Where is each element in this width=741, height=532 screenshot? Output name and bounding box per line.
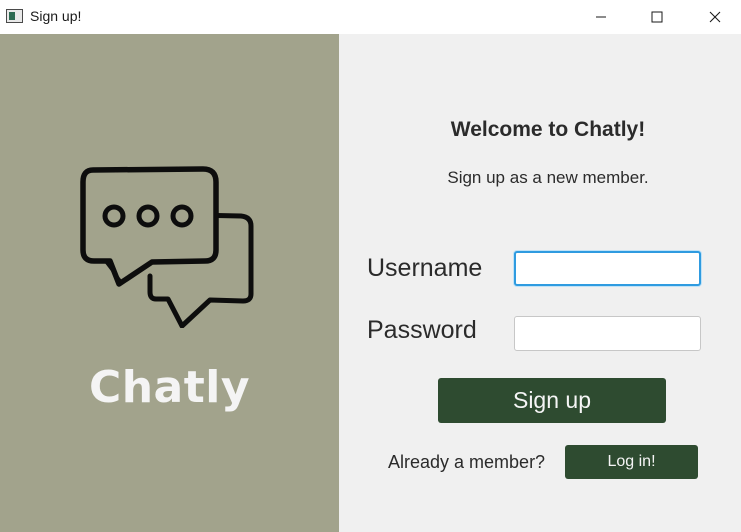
title-bar: Sign up! [0, 0, 741, 34]
username-input[interactable] [514, 251, 701, 286]
signup-subheading: Sign up as a new member. [447, 168, 649, 187]
maximize-button[interactable] [628, 0, 686, 34]
password-input[interactable] [514, 316, 701, 351]
signup-button[interactable]: Sign up [438, 378, 666, 423]
minimize-button[interactable] [572, 0, 630, 34]
chat-bubbles-icon [80, 166, 254, 328]
maximize-icon [651, 11, 663, 23]
welcome-heading: Welcome to Chatly! [450, 118, 646, 141]
close-button[interactable] [686, 0, 741, 34]
login-button[interactable]: Log in! [565, 445, 698, 479]
minimize-icon [596, 16, 606, 18]
password-label: Password [367, 316, 477, 344]
username-label: Username [367, 254, 483, 282]
branding-panel: Chatly [0, 34, 339, 532]
already-member-text: Already a member? [388, 452, 546, 472]
app-name-logo: Chatly [88, 362, 251, 413]
window-title: Sign up! [30, 8, 82, 24]
signup-form-panel: Welcome to Chatly! Sign up as a new memb… [339, 34, 741, 532]
app-window-icon [6, 9, 23, 23]
close-icon [709, 11, 721, 23]
